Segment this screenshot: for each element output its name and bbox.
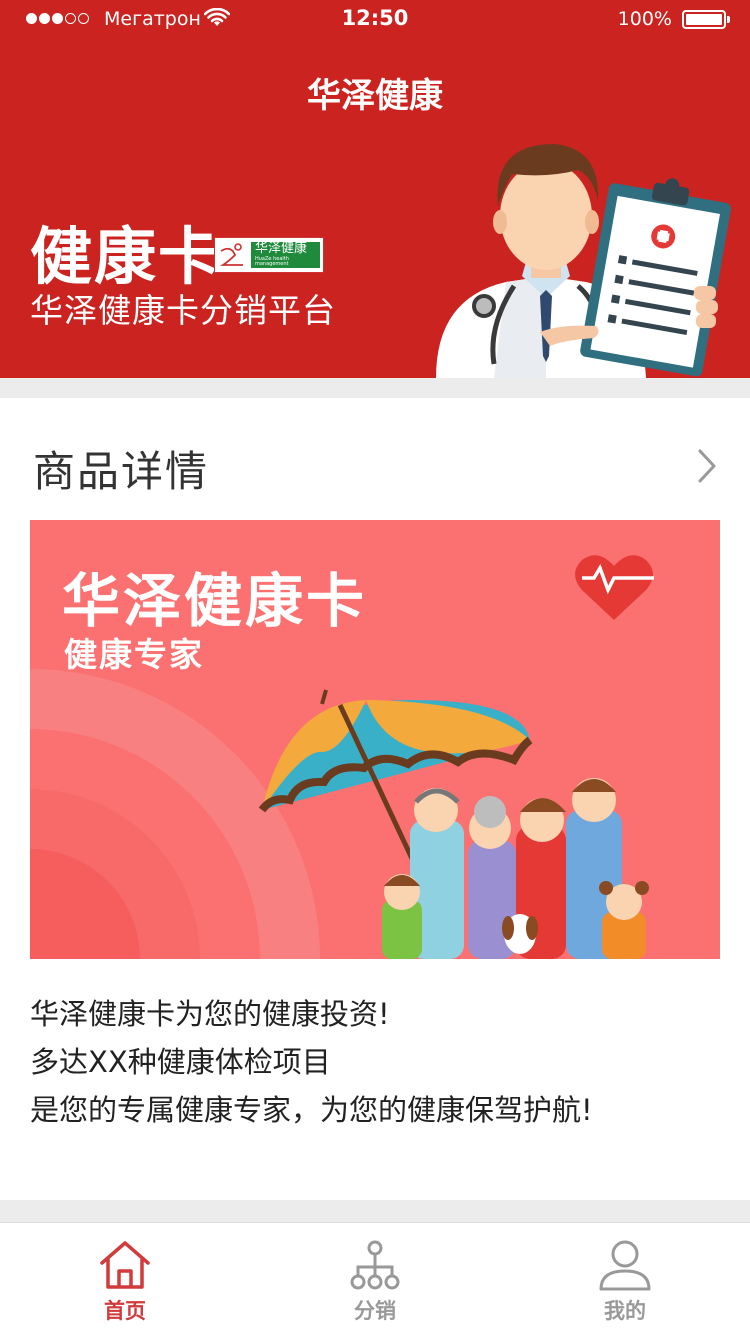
tab-home[interactable]: 首页 bbox=[0, 1223, 250, 1334]
section-title-product-details[interactable]: 商品详情 bbox=[33, 438, 209, 499]
heart-icon bbox=[575, 555, 654, 620]
logo-mark-icon bbox=[220, 243, 243, 266]
description-line: 多达XX种健康体检项目 bbox=[30, 1045, 331, 1079]
chevron-right-icon[interactable] bbox=[696, 448, 718, 484]
product-image-title: 华泽健康卡 bbox=[62, 567, 368, 635]
battery-icon bbox=[682, 10, 730, 29]
battery-percentage: 100% bbox=[617, 8, 672, 30]
description-line: 华泽健康卡为您的健康投资! bbox=[30, 997, 390, 1031]
tab-label: 首页 bbox=[104, 1299, 146, 1323]
tab-distribution[interactable]: 分销 bbox=[250, 1223, 500, 1334]
logo-text: 华泽健康 bbox=[255, 241, 308, 257]
tab-label: 我的 bbox=[604, 1299, 646, 1323]
tab-bar: 首页 分销 我的 bbox=[0, 1222, 750, 1334]
home-icon bbox=[100, 1241, 150, 1289]
tab-profile[interactable]: 我的 bbox=[500, 1223, 750, 1334]
product-card: 商品详情 华泽健康卡 健康专家 华泽健康卡为您的健康投资! 多达XX种健康体检项… bbox=[0, 398, 750, 1200]
distribution-icon bbox=[350, 1240, 400, 1290]
banner-subtitle: 华泽健康卡分销平台 bbox=[30, 291, 336, 330]
brand-logo: 华泽健康 HuaZe health management bbox=[214, 237, 324, 273]
tab-label: 分销 bbox=[354, 1299, 396, 1323]
logo-small-text: HuaZe health management bbox=[255, 255, 289, 268]
status-bar: Мегатрон 12:50 100% bbox=[0, 0, 750, 40]
profile-icon bbox=[599, 1240, 651, 1291]
header-banner: 华泽健康 健康卡 华泽健康 HuaZe health management 华泽… bbox=[0, 40, 750, 378]
description-line: 是您的专属健康专家，为您的健康保驾护航! bbox=[30, 1093, 593, 1127]
product-description: 华泽健康卡为您的健康投资! 多达XX种健康体检项目 是您的专属健康专家，为您的健… bbox=[30, 990, 593, 1134]
product-image[interactable]: 华泽健康卡 健康专家 bbox=[30, 520, 720, 959]
banner-title: 健康卡 bbox=[30, 220, 223, 293]
doctor-illustration bbox=[436, 144, 731, 378]
page-title: 华泽健康 bbox=[307, 76, 443, 116]
product-image-subtitle: 健康专家 bbox=[64, 635, 204, 674]
